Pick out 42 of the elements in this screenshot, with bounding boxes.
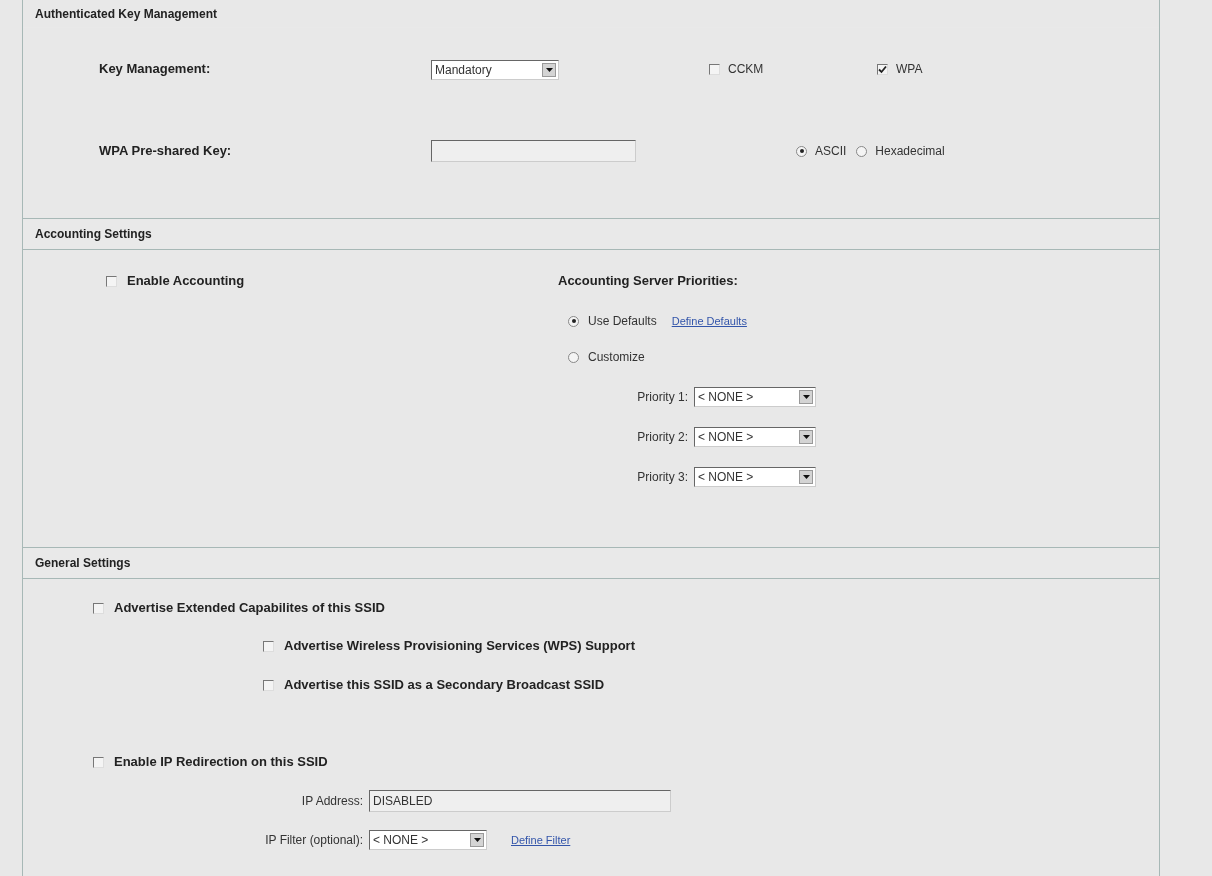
radio-label: Customize <box>588 349 645 366</box>
section-title: Accounting Settings <box>35 226 152 243</box>
dropdown[interactable]: < NONE > <box>694 387 816 407</box>
checkbox-label: Enable IP Redirection on this SSID <box>114 753 328 772</box>
checkbox[interactable] <box>263 679 274 691</box>
checkbox-label: Advertise Extended Capabilites of this SSID <box>114 599 385 618</box>
field-label: Priority 1: <box>636 389 688 406</box>
dropdown[interactable]: < NONE > <box>369 830 487 850</box>
section-subtitle: Accounting Server Priorities: <box>558 272 738 291</box>
dropdown[interactable]: Mandatory <box>431 60 559 80</box>
checkbox-label: WPA <box>896 61 923 78</box>
field-label: Key Management: <box>99 60 212 79</box>
field-label: WPA Pre-shared Key: <box>99 142 233 161</box>
checkbox[interactable] <box>877 63 888 75</box>
input-field[interactable]: DISABLED <box>369 790 671 812</box>
radio-button[interactable] <box>856 145 868 157</box>
checkbox-label: CCKM <box>728 61 764 78</box>
checkbox-label: Enable Accounting <box>127 272 245 291</box>
section-title: General Settings <box>35 555 131 572</box>
checkbox[interactable] <box>106 275 117 287</box>
dropdown[interactable]: < NONE > <box>694 467 816 487</box>
radio-button[interactable] <box>568 315 579 327</box>
radio-label: ASCII <box>815 143 847 160</box>
field-label: IP Filter (optional): <box>264 832 363 849</box>
field-label: IP Address: <box>300 793 363 810</box>
radio-label: Use Defaults <box>588 313 657 330</box>
checkbox-label: Advertise Wireless Provisioning Services (WPS) Support <box>284 637 635 656</box>
field-label: Priority 3: <box>636 469 688 486</box>
checkbox[interactable] <box>709 63 720 75</box>
field-label: Priority 2: <box>636 429 688 446</box>
checkbox-label: Advertise this SSID as a Secondary Broadcast SSID <box>284 676 605 695</box>
input-field[interactable] <box>431 140 636 162</box>
define-filter-link[interactable]: Define Filter <box>511 831 571 849</box>
dropdown[interactable]: < NONE > <box>694 427 816 447</box>
radio-button[interactable] <box>568 351 579 363</box>
checkbox[interactable] <box>263 640 274 652</box>
checkbox[interactable] <box>93 602 104 614</box>
radio-label: Hexadecimal <box>875 143 945 160</box>
radio-button[interactable] <box>796 145 807 157</box>
section-title: Authenticated Key Management <box>35 5 218 23</box>
checkbox[interactable] <box>93 756 104 768</box>
define-defaults-link[interactable]: Define Defaults <box>671 312 747 330</box>
